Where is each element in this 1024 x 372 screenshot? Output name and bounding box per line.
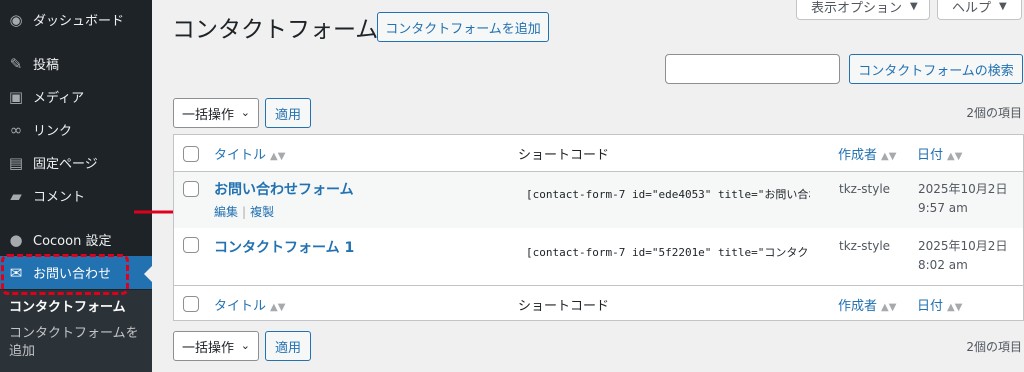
bulk-action-label: 一括操作	[182, 107, 235, 123]
sidebar-item-media[interactable]: ▣ メディア	[0, 80, 152, 113]
column-author-footer[interactable]: 作成者 ▲▼	[838, 295, 896, 314]
page-title: コンタクトフォーム	[172, 17, 379, 43]
column-date-header[interactable]: 日付 ▲▼	[917, 144, 962, 163]
sort-icon: ▲▼	[947, 302, 963, 313]
chevron-down-icon: ⌄	[240, 106, 250, 119]
submenu-contact-forms[interactable]: コンタクトフォーム	[0, 299, 152, 317]
search-forms-button[interactable]: コンタクトフォームの検索	[849, 54, 1023, 84]
add-new-form-button[interactable]: コンタクトフォームを追加	[377, 12, 549, 42]
sidebar-item-label: Cocoon 設定	[33, 234, 112, 249]
column-shortcode-footer: ショートコード	[518, 299, 610, 314]
apply-button-bottom[interactable]: 適用	[265, 331, 311, 361]
date-cell: 2025年10月2日 9:57 am	[918, 180, 1007, 218]
search-input[interactable]	[665, 54, 840, 84]
items-count-bottom: 2個の項目	[966, 340, 1022, 354]
chevron-down-icon: ▼	[910, 0, 918, 12]
link-icon: ∞	[9, 120, 23, 139]
sidebar-item-label: コメント	[33, 190, 86, 205]
table-footer-row: タイトル ▲▼ ショートコード 作成者 ▲▼ 日付 ▲▼	[174, 285, 1023, 321]
sidebar-item-posts[interactable]: ✎ 投稿	[0, 47, 152, 80]
media-icon: ▣	[8, 87, 24, 106]
items-count-top: 2個の項目	[966, 106, 1022, 120]
author-text: tkz-style	[839, 182, 891, 196]
sort-icon: ▲▼	[270, 302, 286, 313]
edit-link[interactable]: 編集	[214, 205, 238, 219]
current-menu-pointer	[144, 266, 152, 282]
forms-table: タイトル ▲▼ ショートコード 作成者 ▲▼ 日付 ▲▼ お問い合わせフォーム 編集 |…	[173, 134, 1024, 321]
row-actions-separator: |	[242, 205, 247, 219]
sidebar-item-cocoon-settings[interactable]: ● Cocoon 設定	[0, 223, 152, 256]
sidebar-item-dashboard[interactable]: ◉ ダッシュボード	[0, 3, 152, 36]
dashboard-icon: ◉	[9, 10, 23, 29]
shortcode-text[interactable]: [contact-form-7 id="ede4053" title="お問い合…	[526, 186, 810, 202]
submenu-add-form-line2: 追加	[9, 344, 36, 359]
help-label: ヘルプ	[952, 0, 992, 16]
form-title-link[interactable]: コンタクトフォーム 1	[214, 237, 354, 257]
date-text: 2025年10月2日	[918, 239, 1008, 253]
column-date-label: 日付	[917, 299, 944, 314]
sort-icon: ▲▼	[947, 151, 963, 162]
bulk-action-select-bottom[interactable]: 一括操作 ⌄	[173, 331, 259, 361]
contact-submenu: コンタクトフォーム コンタクトフォームを 追加	[0, 290, 152, 372]
sidebar-item-label: 固定ページ	[33, 157, 98, 172]
author-text: tkz-style	[839, 239, 891, 253]
column-date-footer[interactable]: 日付 ▲▼	[917, 295, 962, 314]
page-icon: ▤	[8, 153, 24, 172]
sidebar-item-label: メディア	[33, 91, 85, 106]
sidebar-item-links[interactable]: ∞ リンク	[0, 113, 152, 146]
submenu-add-form-line1: コンタクトフォームを	[9, 326, 139, 341]
table-row: コンタクトフォーム 1 [contact-form-7 id="5f2201e"…	[174, 228, 1023, 285]
annotation-highlight-box	[1, 254, 129, 295]
main-content: 表示オプション ▼ ヘルプ ▼ コンタクトフォーム コンタクトフォームを追加 コ…	[152, 0, 1024, 372]
chevron-down-icon: ⌄	[240, 339, 250, 352]
table-row: お問い合わせフォーム 編集 | 複製 [contact-form-7 id="ede…	[174, 172, 1023, 228]
shortcode-text[interactable]: [contact-form-7 id="5f2201e" title="コンタク…	[526, 244, 810, 260]
column-author-header[interactable]: 作成者 ▲▼	[838, 144, 896, 163]
screen-options-label: 表示オプション	[811, 0, 903, 16]
cocoon-icon: ●	[9, 230, 23, 249]
column-shortcode-header: ショートコード	[518, 148, 610, 163]
admin-sidebar: ◉ ダッシュボード ✎ 投稿 ▣ メディア ∞ リンク ▤ 固定ページ ▰ コメ…	[0, 0, 152, 372]
column-title-footer[interactable]: タイトル ▲▼	[214, 295, 285, 314]
sidebar-item-label: 投稿	[33, 58, 60, 73]
column-title-label: タイトル	[214, 299, 267, 314]
screen-options-button[interactable]: 表示オプション ▼	[796, 0, 930, 20]
help-button[interactable]: ヘルプ ▼	[937, 0, 1022, 20]
sort-icon: ▲▼	[881, 302, 897, 313]
bulk-action-label: 一括操作	[182, 340, 235, 356]
submenu-add-form[interactable]: コンタクトフォームを 追加	[0, 325, 152, 361]
select-all-checkbox-bottom[interactable]	[183, 296, 199, 312]
time-text: 9:57 am	[918, 201, 968, 215]
column-date-label: 日付	[917, 148, 944, 163]
row-checkbox[interactable]	[183, 237, 199, 253]
apply-button-top[interactable]: 適用	[265, 98, 311, 128]
time-text: 8:02 am	[918, 258, 968, 272]
column-author-label: 作成者	[838, 148, 878, 163]
date-text: 2025年10月2日	[918, 182, 1008, 196]
column-title-header[interactable]: タイトル ▲▼	[214, 144, 285, 163]
sort-icon: ▲▼	[270, 151, 286, 162]
date-cell: 2025年10月2日 8:02 am	[918, 237, 1007, 275]
select-all-checkbox[interactable]	[183, 146, 199, 162]
chevron-down-icon: ▼	[999, 0, 1007, 12]
sidebar-item-label: リンク	[33, 124, 73, 139]
table-header-row: タイトル ▲▼ ショートコード 作成者 ▲▼ 日付 ▲▼	[174, 135, 1023, 172]
row-actions: 編集 | 複製	[214, 203, 274, 220]
bulk-action-select-top[interactable]: 一括操作 ⌄	[173, 98, 259, 128]
column-author-label: 作成者	[838, 299, 878, 314]
sidebar-item-comments[interactable]: ▰ コメント	[0, 179, 152, 212]
sort-icon: ▲▼	[881, 151, 897, 162]
column-title-label: タイトル	[214, 148, 267, 163]
comment-icon: ▰	[10, 186, 22, 205]
duplicate-link[interactable]: 複製	[250, 205, 274, 219]
form-title-link[interactable]: お問い合わせフォーム	[214, 179, 354, 199]
sidebar-item-pages[interactable]: ▤ 固定ページ	[0, 146, 152, 179]
pin-icon: ✎	[9, 54, 23, 73]
sidebar-item-label: ダッシュボード	[33, 14, 125, 29]
row-checkbox[interactable]	[183, 181, 199, 197]
